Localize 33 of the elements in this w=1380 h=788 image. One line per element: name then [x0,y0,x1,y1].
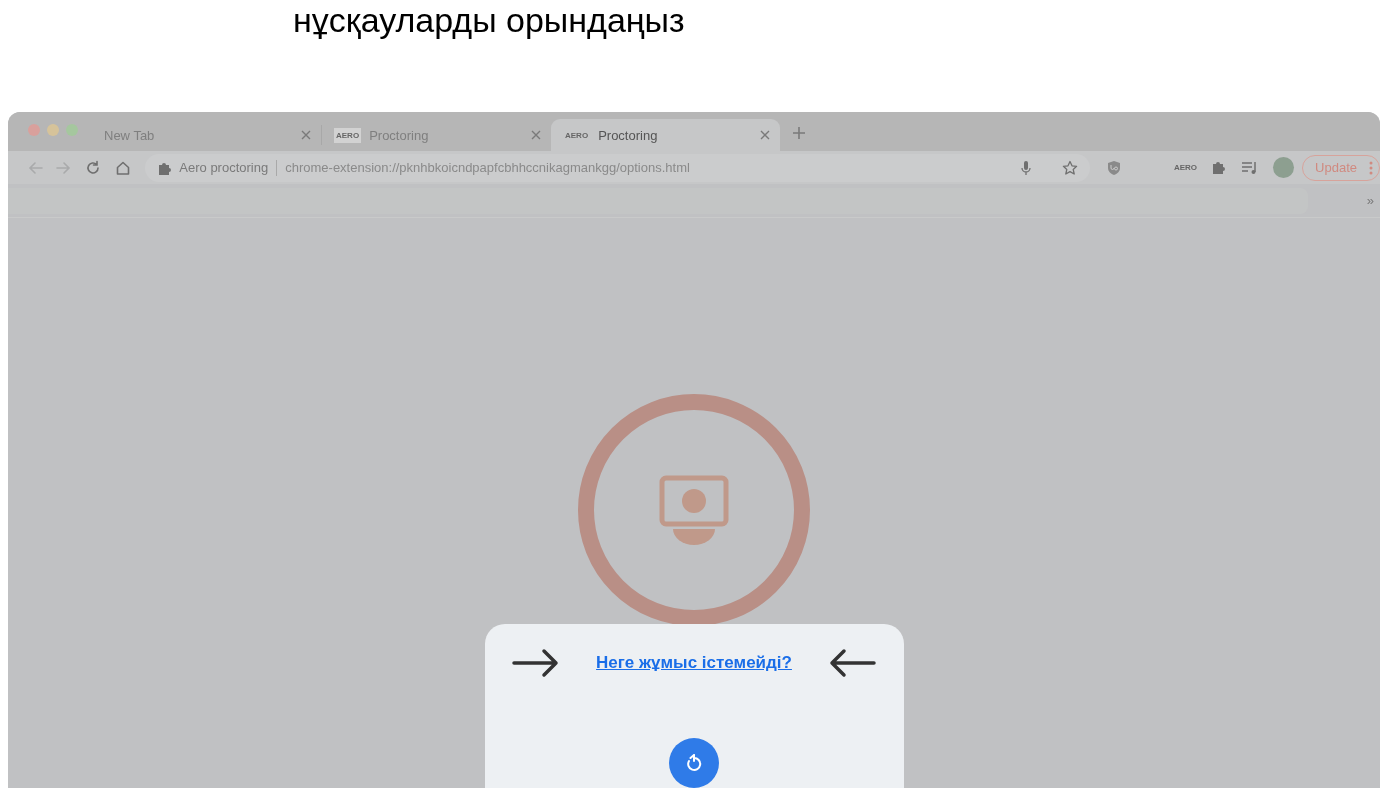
refresh-icon [684,753,704,773]
star-icon[interactable] [1061,159,1078,176]
close-icon [531,130,541,140]
new-tab-icon[interactable] [792,126,806,140]
browser-tab[interactable]: AERO Proctoring [551,119,780,151]
help-link[interactable]: Неге жұмыс істемейді? [596,653,792,673]
shield-icon[interactable] [1105,159,1122,176]
left-arrow-icon [827,648,876,678]
url-text: chrome-extension://pknhbkoicndpapfcbhhccnikagmankgg/options.html [285,160,691,175]
close-icon [760,130,770,140]
forward-icon [56,159,72,176]
home-icon [114,159,131,176]
address-bar[interactable]: Aero proctoring chrome-extension://pknhbkoicndpapfcbhhccnikagmankgg/options.html [145,153,1090,182]
favicon: AERO [334,127,362,143]
extension-button[interactable]: AERO [1173,163,1198,172]
minimize-window-button[interactable] [47,123,59,136]
puzzle-icon[interactable] [1211,159,1228,176]
favicon: AERO [564,129,590,142]
kebab-menu-icon [1369,160,1373,175]
site-label: Aero proctoring [179,160,269,175]
retry-button[interactable] [669,738,719,788]
microphone-icon[interactable] [1019,159,1032,176]
puzzle-icon [157,160,172,175]
reload-icon [85,159,102,176]
close-window-button[interactable] [28,123,40,136]
back-icon [26,159,43,176]
profile-avatar[interactable] [1273,157,1295,178]
page-heading: нұсқауларды орындаңыз [293,0,685,40]
webcam-icon [659,475,729,545]
right-arrow-icon [512,648,561,678]
bookmarks-overflow-button[interactable]: » [1366,193,1374,208]
close-icon [301,130,311,140]
maximize-window-button[interactable] [66,123,78,136]
